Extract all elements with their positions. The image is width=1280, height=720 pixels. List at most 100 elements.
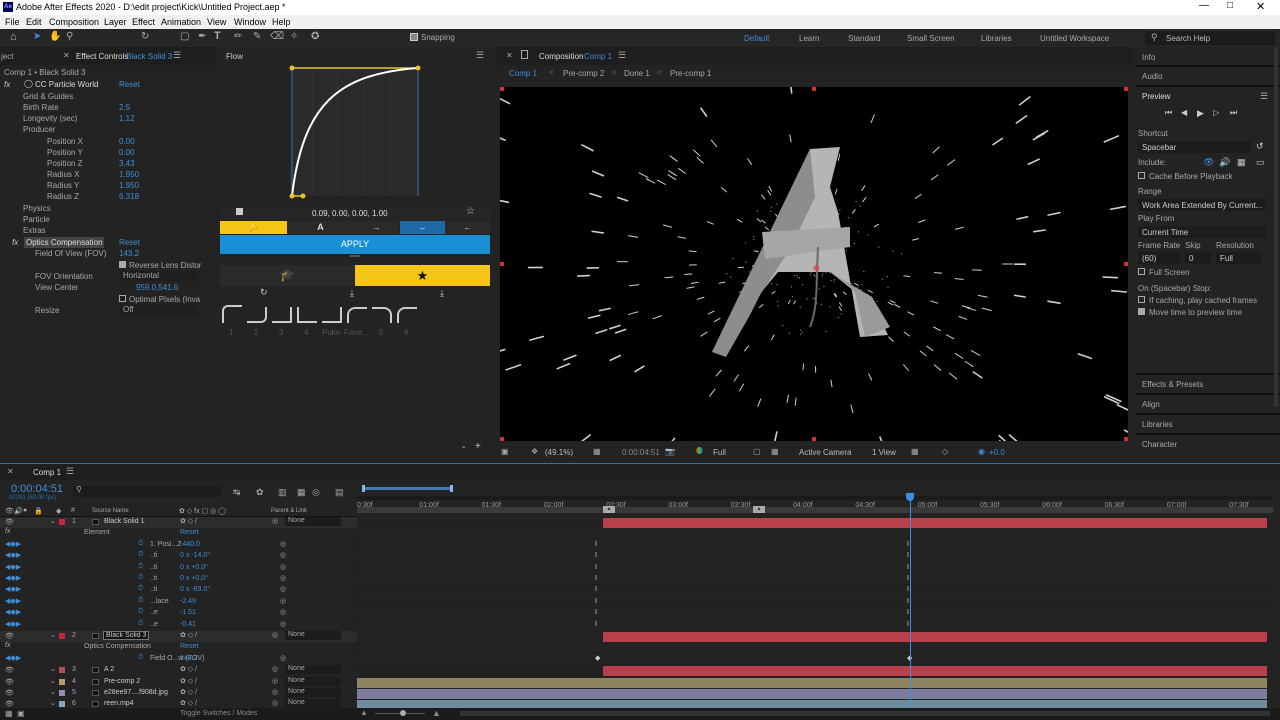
zoom-slider-thumb[interactable] [400,710,406,716]
property-value[interactable]: 0 x +0.0° [180,564,208,571]
preview-panel-tab[interactable]: Preview [1142,92,1170,101]
parent-pickwhip-icon[interactable]: ◎ [272,517,278,525]
preset-fave[interactable] [347,307,367,323]
info-panel-tab[interactable]: Info [1142,53,1155,62]
property-row[interactable]: ◀◆▶ ⏱ ..ti 0 x -14.0° ◎ [0,551,357,562]
safe-zones-icon[interactable]: ▦ [593,447,601,456]
transform-handle[interactable] [812,437,816,441]
keyframe-icon[interactable]: I [595,598,599,605]
menu-help[interactable]: Help [272,17,291,27]
expression-pickwhip-icon[interactable]: ◎ [280,574,286,582]
prop-position-x-value[interactable]: 0.00 [119,137,135,146]
maximize-icon[interactable]: □ [1227,0,1233,11]
transform-handle[interactable] [500,87,504,91]
track-row[interactable] [357,631,1273,642]
exposure-reset-icon[interactable]: ◉ [978,447,985,456]
solo-toggle-icon[interactable]: ● [23,507,27,514]
clone-tool-icon[interactable]: ✎ [253,31,261,42]
label-color-swatch[interactable] [59,690,65,696]
resolution-select[interactable]: Full [713,448,726,457]
align-tab[interactable]: Align [1142,400,1160,409]
switch-icons[interactable]: ✿ ◇ / [180,677,197,685]
switches-header[interactable]: ✿ ◇ fx ▢ ◎ ◯ [179,507,226,515]
favorites-button[interactable]: ★ [355,265,490,286]
expand-arrow-icon[interactable]: ⌄ [50,677,56,685]
prop-grid-guides[interactable]: Grid & Guides [23,92,73,101]
playhead[interactable] [910,494,911,720]
comp-tab-precomp1[interactable]: Pre-comp 1 [670,69,711,78]
layer-name[interactable]: reen.mp4 [104,700,134,707]
keyframe-nav-icon[interactable]: ◀◆▶ [5,585,21,593]
layer-name[interactable]: Pre-comp 2 [104,678,140,685]
keyframe-icon[interactable]: I [595,586,599,593]
workspace-learn[interactable]: Learn [799,34,819,43]
expression-pickwhip-icon[interactable]: ◎ [280,585,286,593]
motion-blur-icon[interactable]: ◎ [312,487,320,498]
remove-preset-button[interactable]: - [462,442,465,453]
keyframe-icon[interactable]: I [595,609,599,616]
label-color-swatch[interactable] [59,633,65,639]
comp-viewer[interactable]: ◉ A [500,87,1128,441]
layer-name[interactable]: e28ee97....f908d.jpg [104,689,168,696]
property-value[interactable]: 0 x +0.0° [180,575,208,582]
color-channel-icon[interactable] [696,447,703,454]
preset-3[interactable] [272,307,292,323]
close-tab-icon[interactable]: ✕ [506,51,513,60]
comp-tab-precomp2[interactable]: Pre-comp 2 [563,69,604,78]
roto-tool-icon[interactable]: ✧ [290,31,298,42]
full-screen-checkbox[interactable] [1138,268,1145,275]
playhead-handle[interactable] [906,493,914,501]
curve-values[interactable]: 0.09, 0.00, 0.00, 1.00 [312,209,388,218]
property-row[interactable]: ◀◆▶ ⏱ ..ti 0 x -69.0° ◎ [0,585,357,596]
preset-6[interactable] [397,307,417,323]
workspace-untitled[interactable]: Untitled Workspace [1040,34,1109,43]
property-value[interactable]: -2.49 [180,598,196,605]
property-value[interactable]: 0 x -14.0° [180,552,210,559]
reset-shortcut-icon[interactable]: ↺ [1256,141,1264,152]
stopwatch-icon[interactable]: ⏱ [138,551,143,559]
transform-handle[interactable] [500,437,504,441]
transform-handle[interactable] [812,87,816,91]
video-toggle-icon[interactable]: 👁 [5,507,14,515]
snapping-checkbox[interactable] [410,33,418,41]
visibility-icon[interactable]: 👁 [5,689,14,697]
transparency-grid-icon[interactable]: ▦ [771,447,779,456]
layer-row[interactable]: 👁 ⌄ 1 Black Solid 1 ✿ ◇ / ◎ None [0,517,357,529]
prop-producer[interactable]: Producer [23,125,55,134]
play-icon[interactable]: ▶ [1197,108,1204,119]
include-audio-icon[interactable]: 🔊 [1219,157,1230,168]
switch-icons[interactable]: ✿ ◇ / [180,665,197,673]
parent-link-header[interactable]: Parent & Link [271,508,307,514]
frame-blending-icon[interactable]: ▦ [297,487,306,498]
fov-orientation-select[interactable]: Horizontal [119,271,197,281]
track-row[interactable] [357,677,1273,688]
parent-select[interactable]: None [285,517,341,526]
comp-tab-done1[interactable]: Done 1 [624,69,650,78]
mode-text-button[interactable]: A [287,221,354,234]
transform-handle[interactable] [1124,437,1128,441]
layer-name[interactable]: Black Solid 3 [102,631,150,640]
track-row[interactable]: II [357,620,1273,631]
panel-menu-icon[interactable]: ☰ [173,50,181,61]
panel-menu-icon[interactable]: ☰ [66,466,74,477]
prop-position-z-value[interactable]: 3.43 [119,159,135,168]
audio-toggle-icon[interactable]: 🔊 [14,507,23,515]
zoom-tool-icon[interactable]: ⚲ [66,31,73,42]
menu-composition[interactable]: Composition [49,17,99,27]
rectangle-tool-icon[interactable]: ▢ [180,31,189,42]
timecode[interactable]: 0:00:04:51 [11,483,63,495]
work-area-bar[interactable] [362,487,452,490]
track-row[interactable]: II [357,540,1273,551]
brush-tool-icon[interactable]: ✏ [234,31,242,42]
track-row[interactable] [357,517,1273,528]
track-row[interactable]: ◆◆ [357,654,1273,665]
prop-fov-value[interactable]: 143.2 [119,249,139,258]
group-name[interactable]: Element [84,529,110,536]
layer-row[interactable]: 👁 ⌄ 5 e28ee97....f908d.jpg ✿ ◇ / ◎ None [0,688,357,699]
resolution-select[interactable]: Full [1216,252,1262,264]
preset-4[interactable] [297,307,317,323]
keyframe-icon[interactable]: I [595,552,599,559]
expand-arrow-icon[interactable]: ⌄ [50,699,56,707]
frame-rate-select[interactable]: (60) [1138,252,1180,264]
switch-icons[interactable]: ✿ ◇ / [180,688,197,696]
